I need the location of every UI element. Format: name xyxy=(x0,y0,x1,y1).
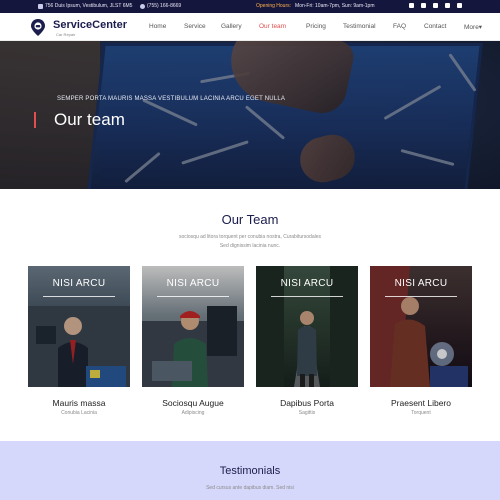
card-overlay-line xyxy=(385,296,457,297)
facebook-icon[interactable] xyxy=(409,3,414,8)
opening-hours: Opening Hours: Mon-Fri: 10am-7pm, Sun: 9… xyxy=(256,3,375,9)
social-links xyxy=(409,3,462,8)
nav-contact[interactable]: Contact xyxy=(424,23,446,30)
team-card[interactable]: NISI ARCU xyxy=(256,266,358,387)
nav-our-team[interactable]: Our team xyxy=(259,23,286,30)
member-name[interactable]: Sociosqu Augue xyxy=(142,398,244,408)
member-name[interactable]: Praesent Libero xyxy=(370,398,472,408)
member-name[interactable]: Dapibus Porta xyxy=(256,398,358,408)
card-overlay-title: NISI ARCU xyxy=(166,278,220,289)
site-header: ServiceCenter Car Repair Home Service Ga… xyxy=(0,13,500,41)
member-role: Torquent xyxy=(411,410,431,416)
member-role: Sagittis xyxy=(298,410,316,416)
hero-banner: SEMPER PORTA MAURIS MASSA VESTIBULUM LAC… xyxy=(0,41,500,189)
nav-home[interactable]: Home xyxy=(149,23,166,30)
nav-testimonial[interactable]: Testimonial xyxy=(343,23,376,30)
nav-gallery[interactable]: Gallery xyxy=(221,23,242,30)
team-subtitle-line: sociosqu ad litora torquent per conubia … xyxy=(178,234,322,240)
phone-info[interactable]: (755) 166-8669 xyxy=(140,3,181,9)
hero-kicker: SEMPER PORTA MAURIS MASSA VESTIBULUM LAC… xyxy=(57,96,286,102)
member-role: Adipiscing xyxy=(181,410,205,416)
team-card[interactable]: NISI ARCU xyxy=(28,266,130,387)
hero-title: Our team xyxy=(54,110,125,129)
phone-text[interactable]: (755) 166-8669 xyxy=(147,3,181,9)
team-card[interactable]: NISI ARCU xyxy=(142,266,244,387)
address-text: 756 Duis Ipsum, Vestibulum, JLST 6M5 xyxy=(45,3,133,9)
map-pin-icon xyxy=(38,3,43,9)
nav-faq[interactable]: FAQ xyxy=(393,23,406,30)
dribbble-icon[interactable] xyxy=(457,3,462,8)
top-info-bar: 756 Duis Ipsum, Vestibulum, JLST 6M5 (75… xyxy=(0,0,500,13)
team-card[interactable]: NISI ARCU xyxy=(370,266,472,387)
testimonials-subtitle: Sed cursus ante dapibus diam. Sed nisi xyxy=(206,485,294,491)
phone-icon xyxy=(140,3,145,9)
card-overlay-title: NISI ARCU xyxy=(280,278,334,289)
hours-label: Opening Hours: xyxy=(256,3,292,9)
hours-value: Mon-Fri: 10am-7pm, Sun: 9am-1pm xyxy=(295,3,375,9)
testimonials-title: Testimonials xyxy=(219,465,281,477)
address-info: 756 Duis Ipsum, Vestibulum, JLST 6M5 xyxy=(38,3,132,9)
card-overlay-title: NISI ARCU xyxy=(52,278,106,289)
nav-more-dropdown[interactable]: More▾ xyxy=(464,23,482,31)
team-section-subtitle: sociosqu ad litora torquent per conubia … xyxy=(150,233,350,251)
twitter-icon[interactable] xyxy=(421,3,426,8)
card-overlay-title: NISI ARCU xyxy=(394,278,448,289)
member-name[interactable]: Mauris massa xyxy=(28,398,130,408)
team-subtitle-line: Sed dignissim lacinia nunc. xyxy=(219,243,281,249)
nav-service[interactable]: Service xyxy=(184,23,206,30)
hero-accent-bar xyxy=(34,112,36,128)
testimonials-section: Testimonials Sed cursus ante dapibus dia… xyxy=(0,441,500,500)
linkedin-icon[interactable] xyxy=(445,3,450,8)
member-role: Conubia Lacinia xyxy=(61,410,97,416)
instagram-icon[interactable] xyxy=(433,3,438,8)
card-overlay-line xyxy=(43,296,115,297)
card-overlay-line xyxy=(271,296,343,297)
nav-pricing[interactable]: Pricing xyxy=(306,23,326,30)
main-nav: Home Service Gallery Our team Pricing Te… xyxy=(0,23,500,33)
team-section-title: Our Team xyxy=(221,212,279,227)
card-overlay-line xyxy=(157,296,229,297)
